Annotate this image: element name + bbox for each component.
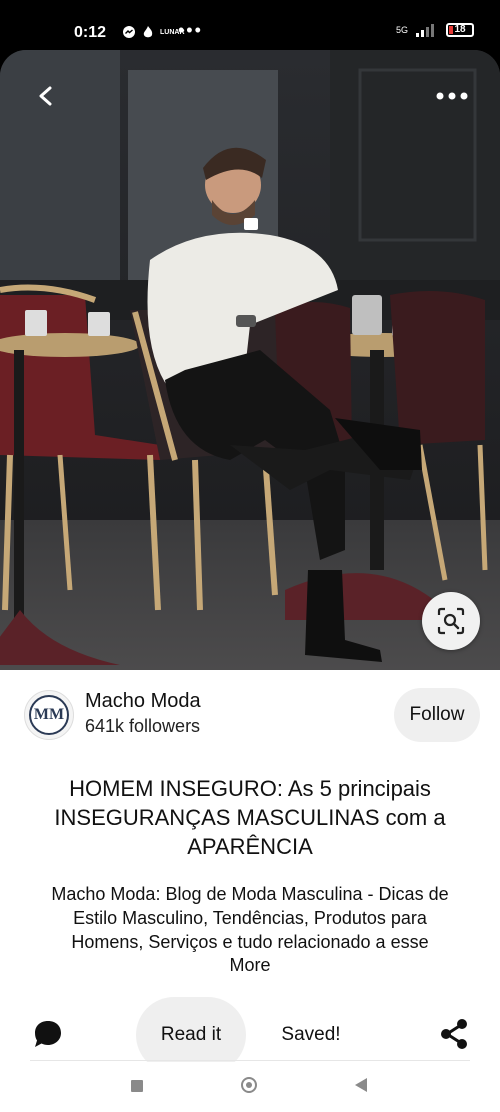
back-button[interactable]	[28, 78, 64, 114]
share-icon	[441, 1019, 467, 1049]
back-arrow-icon	[39, 86, 52, 106]
status-time: 0:12	[74, 24, 107, 41]
visual-search-button[interactable]	[422, 592, 480, 650]
notification-icons: LUNAR	[122, 25, 185, 39]
messenger-icon	[123, 26, 135, 38]
recents-icon[interactable]	[131, 1080, 143, 1092]
battery-icon: 18	[446, 23, 474, 37]
creator-name[interactable]: Macho Moda	[85, 690, 201, 713]
more-options-button[interactable]	[432, 78, 472, 114]
network-label: 5G	[395, 25, 408, 35]
battery-level: 18	[454, 24, 466, 35]
pin-photo	[0, 50, 500, 670]
more-notifications-icon: •••	[178, 20, 203, 40]
pin-description: Macho Moda: Blog de Moda Masculina - Dic…	[51, 884, 449, 952]
divider	[30, 1060, 470, 1061]
creator-avatar[interactable]: MM	[24, 690, 74, 740]
more-link[interactable]: More	[200, 955, 300, 976]
system-indicators: 5G 18	[396, 23, 474, 37]
pin-title: HOMEM INSEGURO: As 5 principais INSEGURA…	[54, 776, 446, 859]
follow-button[interactable]: Follow	[394, 688, 480, 742]
nav-back-icon[interactable]	[355, 1078, 367, 1092]
comment-button[interactable]	[32, 1018, 64, 1050]
more-dots-icon	[436, 92, 468, 100]
avatar-logo: MM	[29, 695, 69, 735]
flame-icon	[143, 26, 153, 38]
follower-count: 641k followers	[85, 716, 201, 736]
visual-search-icon	[437, 607, 465, 635]
pin-image[interactable]	[0, 50, 500, 670]
signal-icon	[416, 24, 434, 37]
saved-button[interactable]: Saved!	[266, 1020, 356, 1050]
comment-icon	[35, 1021, 61, 1047]
home-icon[interactable]	[241, 1077, 257, 1093]
share-button[interactable]	[438, 1018, 470, 1050]
